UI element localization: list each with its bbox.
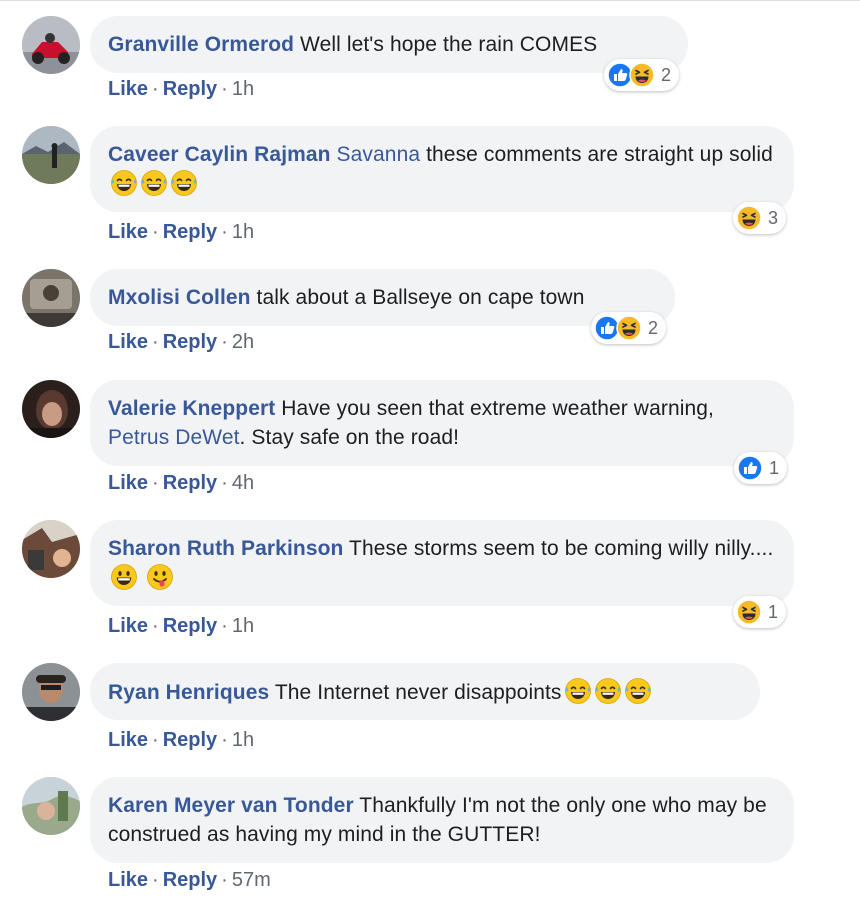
reply-link[interactable]: Reply [163, 729, 217, 751]
grinning-sweat-emoji [594, 677, 622, 705]
comment-bubble: Karen Meyer van Tonder Thankfully I'm no… [90, 777, 794, 863]
mention-link[interactable]: Savanna [337, 143, 421, 166]
grinning-emoji [110, 563, 138, 591]
grinning-sweat-emoji [110, 169, 138, 197]
reply-link[interactable]: Reply [163, 615, 217, 637]
comment-author[interactable]: Mxolisi Collen [108, 286, 251, 309]
comment-author[interactable]: Caveer Caylin Rajman [108, 143, 331, 166]
comment-text-continued: . Stay safe on the road! [239, 426, 460, 449]
comment-text: Well let's hope the rain COMES [300, 33, 598, 56]
comment-timestamp[interactable]: 2h [232, 331, 254, 353]
avatar[interactable] [22, 380, 80, 438]
reaction-count: 2 [648, 317, 659, 338]
reply-link[interactable]: Reply [163, 472, 217, 494]
comment-actions: Like · Reply · 1h [108, 615, 255, 637]
reaction-summary[interactable]: 2 [604, 59, 680, 91]
comment-timestamp[interactable]: 1h [232, 729, 254, 751]
mention-link[interactable]: Petrus DeWet [108, 426, 240, 449]
comment-bubble: Ryan Henriques The Internet never disapp… [90, 663, 760, 720]
reply-link[interactable]: Reply [163, 331, 217, 353]
comment-bubble: Valerie Kneppert Have you seen that extr… [90, 380, 794, 466]
reaction-summary[interactable]: 1 [733, 596, 787, 628]
comment-actions: Like · Reply · 4h [108, 472, 255, 494]
like-icon [737, 455, 763, 481]
comment-timestamp[interactable]: 1h [232, 78, 254, 100]
top-divider [0, 0, 860, 5]
reaction-count: 1 [768, 601, 779, 622]
avatar[interactable] [22, 663, 80, 721]
reaction-summary[interactable]: 2 [591, 312, 667, 344]
haha-icon [736, 599, 762, 625]
avatar[interactable] [22, 269, 80, 327]
comment-text: these comments are straight up solid [426, 143, 773, 166]
tongue-emoji [146, 563, 174, 591]
comment-bubble: Sharon Ruth Parkinson These storms seem … [90, 520, 794, 606]
like-link[interactable]: Like [108, 869, 148, 891]
comment-author[interactable]: Ryan Henriques [108, 681, 269, 704]
grinning-sweat-emoji [564, 677, 592, 705]
grinning-sweat-emoji [624, 677, 652, 705]
reaction-summary[interactable]: 3 [733, 202, 787, 234]
comment-actions: Like · Reply · 2h [108, 331, 255, 353]
avatar[interactable] [22, 777, 80, 835]
comment-timestamp[interactable]: 1h [232, 615, 254, 637]
avatar[interactable] [22, 16, 80, 74]
comment-text: Have you seen that extreme weather warni… [281, 397, 714, 420]
comment-text: talk about a Ballseye on cape town [256, 286, 585, 309]
like-link[interactable]: Like [108, 78, 148, 100]
comment-actions: Like · Reply · 57m [108, 869, 271, 891]
grinning-sweat-emoji [170, 169, 198, 197]
like-link[interactable]: Like [108, 331, 148, 353]
comment-author[interactable]: Karen Meyer van Tonder [108, 794, 354, 817]
comment-bubble: Caveer Caylin Rajman Savanna these comme… [90, 126, 794, 212]
comment-actions: Like · Reply · 1h [108, 729, 255, 751]
reply-link[interactable]: Reply [163, 221, 217, 243]
reply-link[interactable]: Reply [163, 78, 217, 100]
avatar[interactable] [22, 126, 80, 184]
comment-bubble: Mxolisi Collen talk about a Ballseye on … [90, 269, 675, 326]
reaction-count: 1 [769, 457, 780, 478]
comment-timestamp[interactable]: 57m [232, 869, 271, 891]
reaction-count: 2 [661, 64, 672, 85]
comment-author[interactable]: Valerie Kneppert [108, 397, 275, 420]
like-link[interactable]: Like [108, 615, 148, 637]
grinning-sweat-emoji [140, 169, 168, 197]
like-link[interactable]: Like [108, 729, 148, 751]
comment-timestamp[interactable]: 1h [232, 221, 254, 243]
comment-timestamp[interactable]: 4h [232, 472, 254, 494]
reaction-count: 3 [768, 207, 779, 228]
like-link[interactable]: Like [108, 472, 148, 494]
reply-link[interactable]: Reply [163, 869, 217, 891]
haha-icon [736, 205, 762, 231]
comment-text: These storms seem to be coming willy nil… [349, 537, 774, 560]
like-link[interactable]: Like [108, 221, 148, 243]
reaction-summary[interactable]: 1 [734, 452, 788, 484]
comment-bubble: Granville Ormerod Well let's hope the ra… [90, 16, 688, 73]
comment-author[interactable]: Sharon Ruth Parkinson [108, 537, 343, 560]
haha-icon [616, 315, 642, 341]
comment-actions: Like · Reply · 1h [108, 221, 255, 243]
comment-actions: Like · Reply · 1h [108, 78, 255, 100]
comment-text: The Internet never disappoints [274, 681, 562, 704]
haha-icon [629, 62, 655, 88]
avatar[interactable] [22, 520, 80, 578]
comment-author[interactable]: Granville Ormerod [108, 33, 294, 56]
